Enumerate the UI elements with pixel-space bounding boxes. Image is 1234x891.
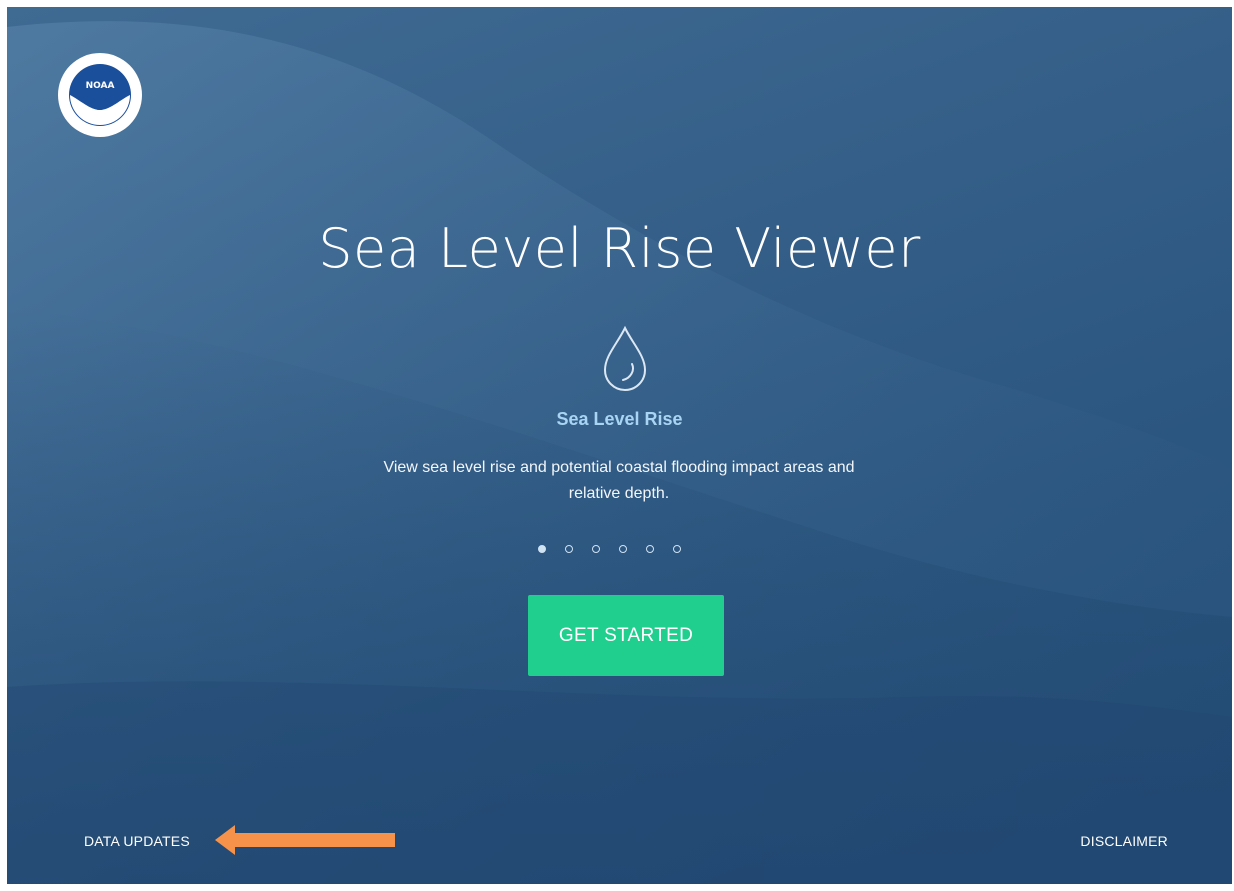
data-updates-link[interactable]: DATA UPDATES xyxy=(84,833,190,849)
ocean-wave-background xyxy=(7,21,1232,884)
carousel-dot-6[interactable] xyxy=(673,545,681,553)
page-title: Sea Level Rise Viewer xyxy=(318,217,921,280)
orange-arrow-icon xyxy=(215,825,395,855)
carousel-dot-5[interactable] xyxy=(646,545,654,553)
noaa-logo[interactable]: NOAA xyxy=(57,52,143,138)
water-drop-icon xyxy=(603,325,647,391)
carousel-dot-1[interactable] xyxy=(538,545,546,553)
slide-heading: Sea Level Rise xyxy=(556,409,683,429)
splash-screen: NOAA Sea Level Rise Viewer Sea Level Ris… xyxy=(7,7,1232,884)
carousel-pagination xyxy=(538,542,681,556)
carousel-dot-4[interactable] xyxy=(619,545,627,553)
carousel-dot-2[interactable] xyxy=(565,545,573,553)
carousel-dot-3[interactable] xyxy=(592,545,600,553)
disclaimer-link[interactable]: DISCLAIMER xyxy=(1080,833,1168,849)
get-started-button[interactable]: GET STARTED xyxy=(528,595,724,676)
logo-text: NOAA xyxy=(86,81,115,91)
slide-description: View sea level rise and potential coasta… xyxy=(383,459,855,502)
